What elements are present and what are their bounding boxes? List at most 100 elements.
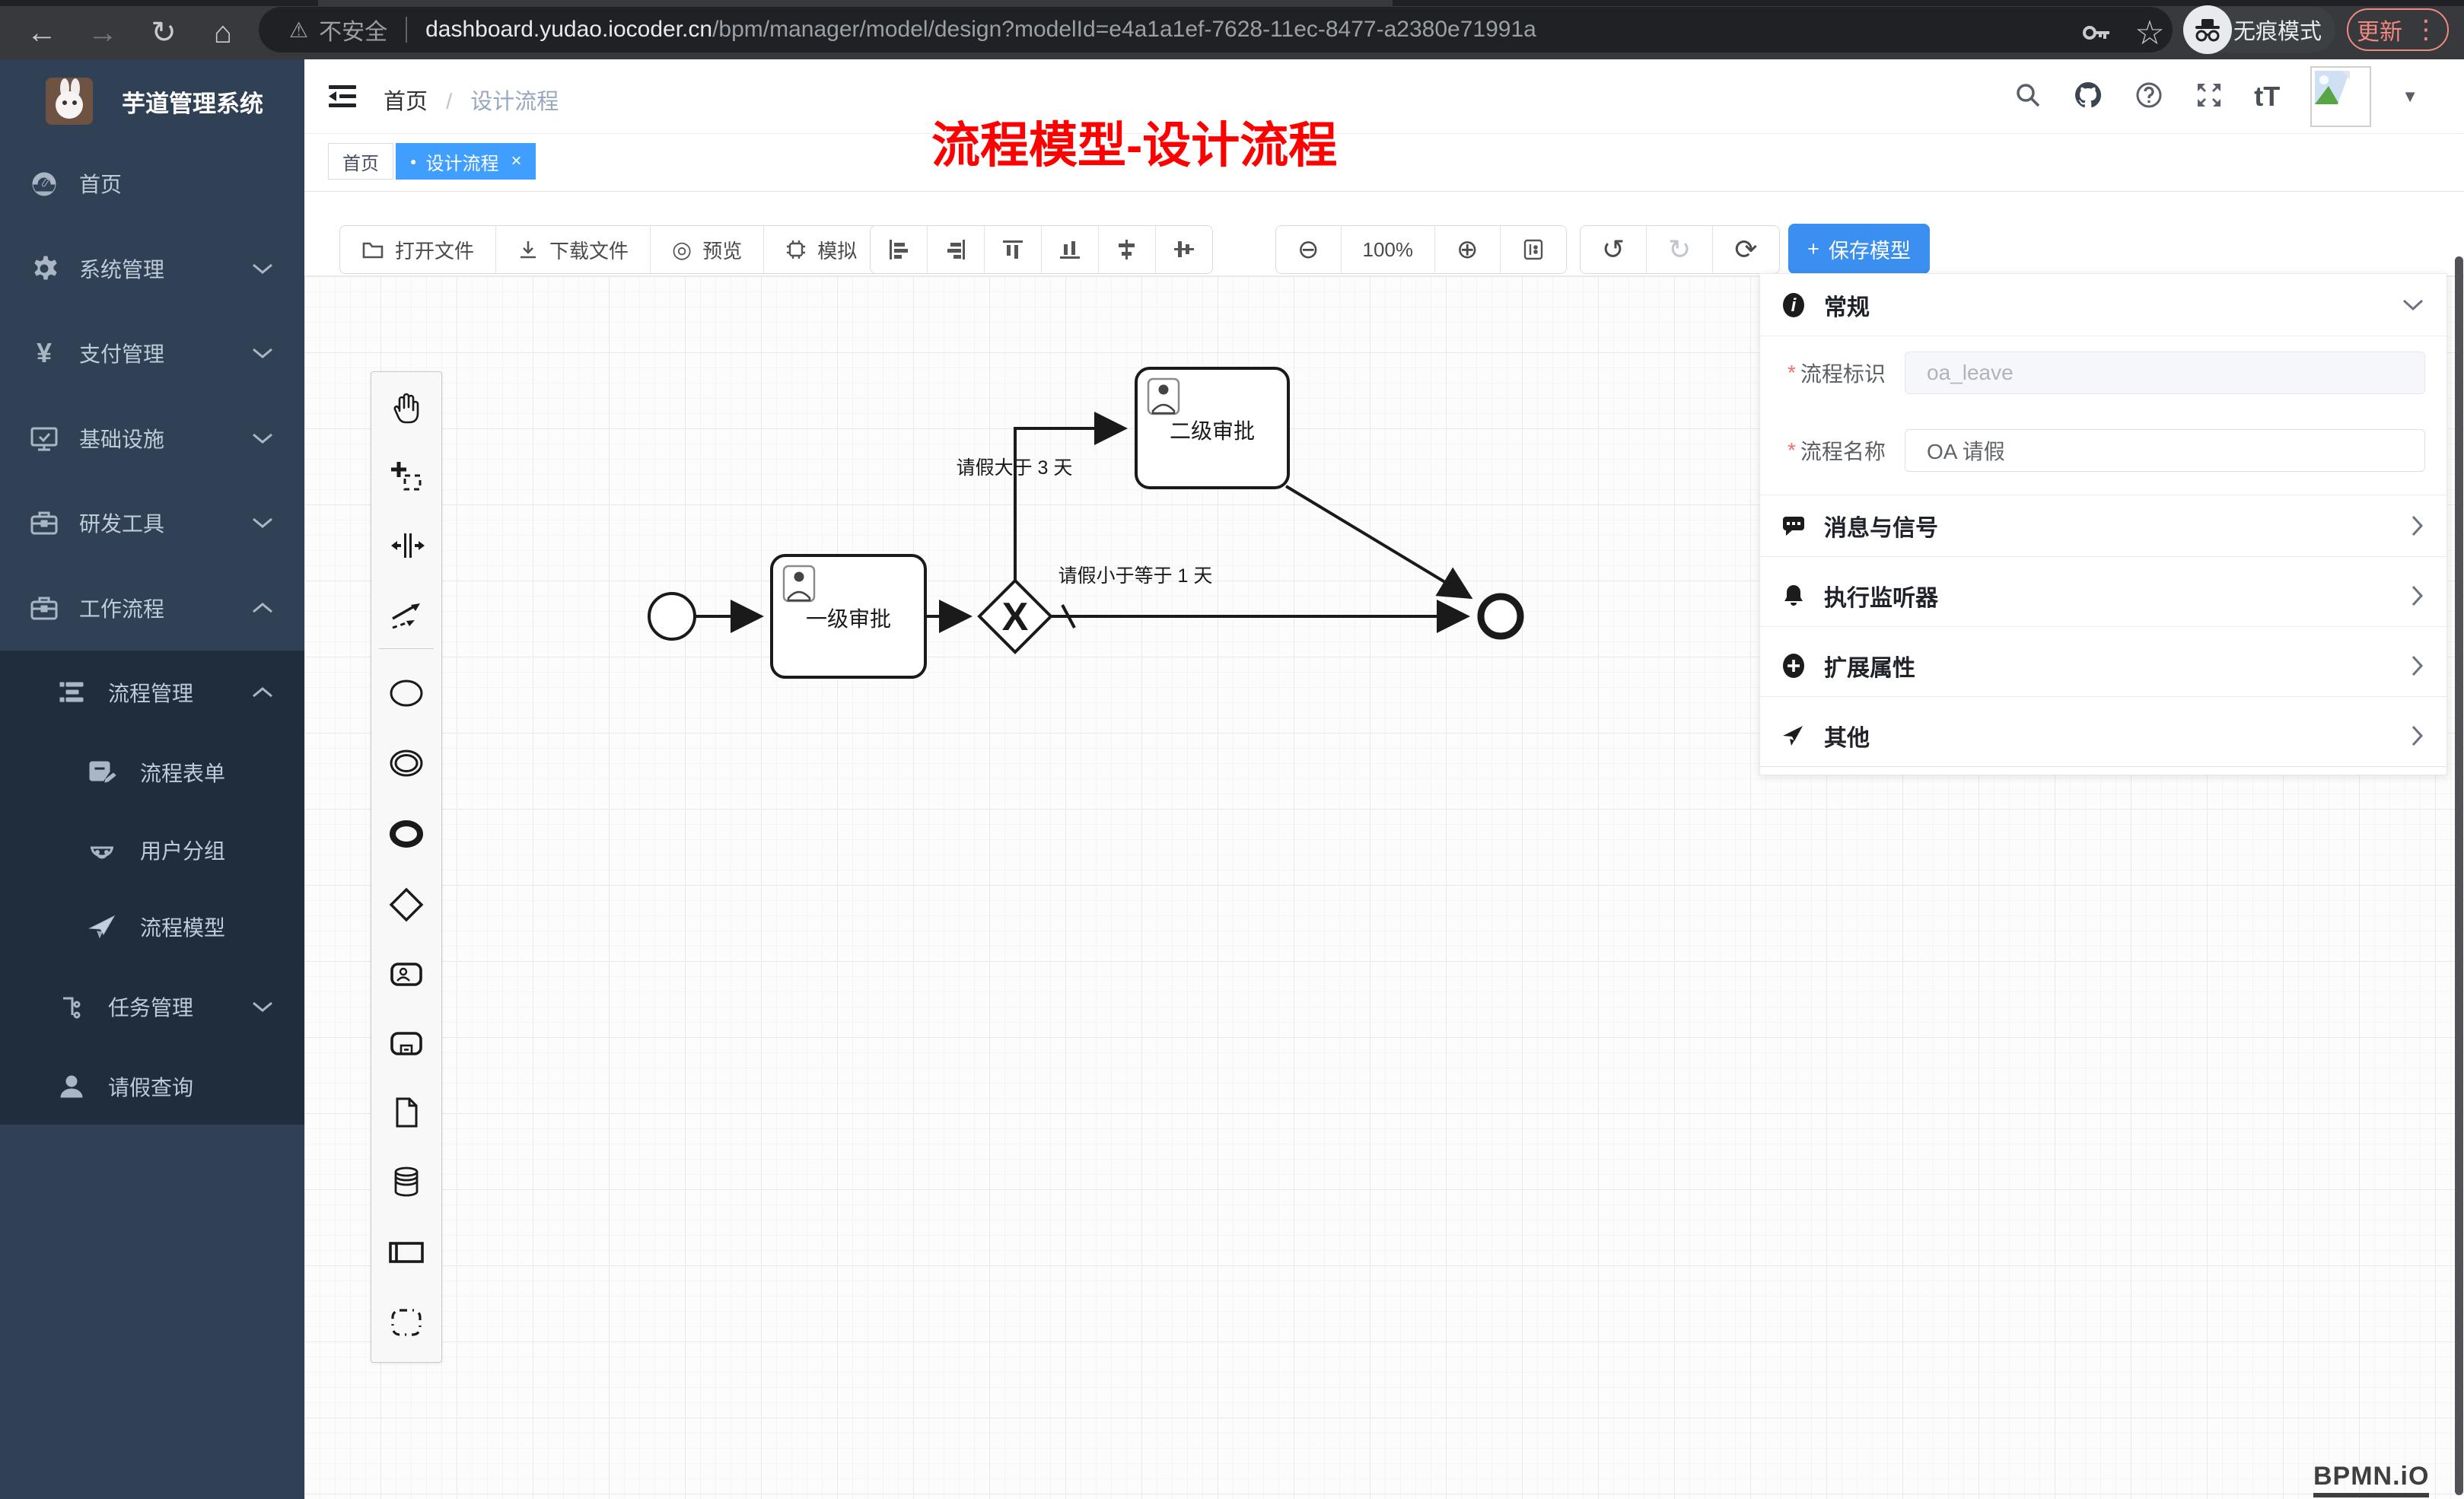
zoom-out-button[interactable]: ⊖ xyxy=(1276,226,1342,273)
sidebar-item-label: 用户分组 xyxy=(140,835,225,865)
bpmn-canvas[interactable]: 一级审批 X 二级审批 请假大于 3 天 请假小于等于 1 天 xyxy=(304,275,2464,1499)
tag-tab-design[interactable]: ● 设计流程 × xyxy=(396,143,536,180)
align-middle-button[interactable] xyxy=(1156,226,1212,273)
save-model-label: 保存模型 xyxy=(1829,234,1911,264)
browser-reload-icon[interactable]: ↻ xyxy=(137,6,190,59)
scrollbar[interactable] xyxy=(2455,256,2463,1495)
sidebar-item-payment[interactable]: ¥ 支付管理 xyxy=(0,313,304,393)
breadcrumb-home[interactable]: 首页 xyxy=(384,90,428,114)
menu-dots-icon[interactable]: ⋮ xyxy=(2413,14,2439,45)
process-name-input[interactable]: OA 请假 xyxy=(1905,429,2425,472)
caret-down-icon[interactable]: ▼ xyxy=(2402,87,2418,107)
sidebar-item-system[interactable]: 系统管理 xyxy=(0,229,304,308)
sidebar-item-process-model[interactable]: 流程模型 xyxy=(0,887,304,966)
section-extensions[interactable]: 扩展属性 xyxy=(1760,635,2446,697)
address-bar[interactable]: ⚠ 不安全 dashboard.yudao.iocoder.cn/bpm/man… xyxy=(259,7,2173,53)
user-task-level2[interactable]: 二级审批 xyxy=(1136,368,1288,488)
field-label: 流程名称 xyxy=(1800,435,1899,466)
field-label: 流程标识 xyxy=(1800,358,1899,388)
exclusive-gateway[interactable]: X xyxy=(979,581,1051,652)
flow-label-gt3days[interactable]: 请假大于 3 天 xyxy=(957,457,1073,479)
search-icon[interactable] xyxy=(2014,81,2042,113)
flow-task2-to-end[interactable] xyxy=(1286,486,1470,597)
sidebar-item-process-mgmt[interactable]: 流程管理 xyxy=(0,653,304,732)
bookmark-star-icon[interactable]: ☆ xyxy=(2123,6,2176,59)
github-icon[interactable] xyxy=(2073,80,2103,114)
sidebar-item-home[interactable]: 首页 xyxy=(0,144,304,223)
message-icon xyxy=(1780,512,1807,539)
header-actions: tT ▼ xyxy=(2014,59,2418,134)
section-title: 执行监听器 xyxy=(1824,579,1938,613)
sidebar-item-process-form[interactable]: 流程表单 xyxy=(0,733,304,812)
align-middle-icon xyxy=(1173,238,1195,261)
zoom-in-icon: ⊕ xyxy=(1456,234,1479,265)
align-center-button[interactable] xyxy=(1099,226,1156,273)
bpmn-io-logo[interactable]: BPMN.iO xyxy=(2313,1462,2429,1497)
chevron-down-icon xyxy=(251,263,274,275)
redo-icon: ↻ xyxy=(1668,234,1691,266)
sidebar-item-label: 请假查询 xyxy=(108,1071,193,1102)
browser-home-icon[interactable]: ⌂ xyxy=(196,6,250,59)
align-top-button[interactable] xyxy=(985,226,1042,273)
zoom-in-button[interactable]: ⊕ xyxy=(1435,226,1501,273)
sidebar-item-leave-query[interactable]: 请假查询 xyxy=(0,1047,304,1126)
section-other[interactable]: 其他 xyxy=(1760,705,2446,767)
close-icon[interactable]: × xyxy=(511,151,521,172)
text-size-icon[interactable]: tT xyxy=(2254,81,2280,113)
flow-gateway-to-task2[interactable] xyxy=(1015,428,1125,581)
section-messages[interactable]: 消息与信号 xyxy=(1760,495,2446,557)
chevron-right-icon[interactable] xyxy=(2411,515,2424,536)
preview-button[interactable]: ◎ 预览 xyxy=(651,226,764,273)
plus-icon: + xyxy=(1807,237,1819,261)
password-key-icon[interactable] xyxy=(2070,6,2123,59)
sidebar-item-task-mgmt[interactable]: 任务管理 xyxy=(0,967,304,1046)
sidebar-item-infra[interactable]: 基础设施 xyxy=(0,399,304,478)
app-logo-row[interactable]: 芋道管理系统 xyxy=(0,67,304,135)
preview-icon: ◎ xyxy=(672,237,692,263)
flow-label-le1day[interactable]: 请假小于等于 1 天 xyxy=(1059,565,1213,587)
user-task-level1[interactable]: 一级审批 xyxy=(772,555,925,677)
undo-button[interactable]: ↺ xyxy=(1581,226,1647,273)
start-event[interactable] xyxy=(649,594,695,639)
chevron-down-icon xyxy=(251,1001,274,1013)
browser-back-icon[interactable]: ← xyxy=(15,6,68,59)
process-key-input[interactable]: oa_leave xyxy=(1905,352,2425,394)
sidebar-fold-icon[interactable] xyxy=(327,82,358,115)
not-secure-label[interactable]: 不安全 xyxy=(319,13,387,46)
browser-forward-icon[interactable]: → xyxy=(76,6,129,59)
chevron-down-icon xyxy=(251,432,274,444)
chevron-right-icon[interactable] xyxy=(2411,725,2424,746)
restart-button[interactable]: ⟳ xyxy=(1713,226,1778,273)
section-general[interactable]: i 常规 xyxy=(1760,274,2446,336)
section-listeners[interactable]: 执行监听器 xyxy=(1760,565,2446,627)
save-model-button[interactable]: + 保存模型 xyxy=(1788,224,1930,274)
download-file-button[interactable]: 下载文件 xyxy=(496,226,651,273)
section-title: 常规 xyxy=(1824,288,1870,322)
chevron-down-icon[interactable] xyxy=(2402,299,2424,311)
end-event[interactable] xyxy=(1481,597,1520,636)
align-bottom-button[interactable] xyxy=(1042,226,1099,273)
tag-tab-home[interactable]: 首页 xyxy=(328,143,393,180)
app-title: 芋道管理系统 xyxy=(122,84,263,119)
simulate-button[interactable]: 模拟 xyxy=(764,226,878,273)
zoom-out-icon: ⊖ xyxy=(1297,234,1320,265)
sidebar-item-workflow[interactable]: 工作流程 xyxy=(0,568,304,648)
avatar[interactable] xyxy=(2310,66,2371,127)
field-process-key: * 流程标识 oa_leave xyxy=(1760,350,2446,396)
sidebar-item-label: 流程表单 xyxy=(140,757,225,788)
sidebar-item-devtools[interactable]: 研发工具 xyxy=(0,483,304,562)
sidebar-item-user-group[interactable]: 用户分组 xyxy=(0,810,304,890)
help-icon[interactable] xyxy=(2134,80,2164,114)
incognito-icon xyxy=(2183,5,2232,54)
fit-viewport-button[interactable] xyxy=(1501,226,1566,273)
chevron-right-icon[interactable] xyxy=(2411,655,2424,676)
chevron-right-icon[interactable] xyxy=(2411,585,2424,606)
fullscreen-icon[interactable] xyxy=(2195,81,2224,113)
redo-button[interactable]: ↻ xyxy=(1647,226,1713,273)
open-file-button[interactable]: 打开文件 xyxy=(340,226,496,273)
browser-update-button[interactable]: 更新 ⋮ xyxy=(2347,8,2449,51)
align-left-button[interactable] xyxy=(871,226,928,273)
align-right-button[interactable] xyxy=(928,226,985,273)
history-button-group: ↺ ↻ ⟳ xyxy=(1580,225,1780,274)
zoom-level[interactable]: 100% xyxy=(1342,226,1436,273)
